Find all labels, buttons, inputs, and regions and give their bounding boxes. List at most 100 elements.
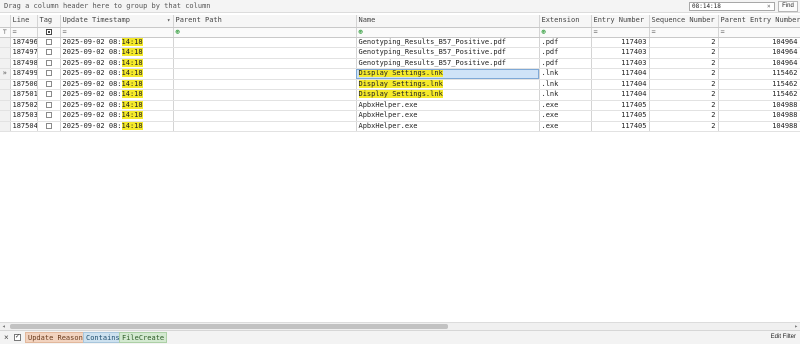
filter-cell-update-timestamp[interactable]: = (60, 27, 174, 38)
cell-update-timestamp[interactable]: 2025-09-02 08:14:18 (60, 79, 174, 90)
table-row[interactable]: 187496 2025-09-02 08:14:18 Genotyping_Resu… (0, 37, 800, 48)
cell-parent-entry-number[interactable]: 104964 (718, 47, 800, 59)
tag-checkbox[interactable] (45, 122, 52, 129)
cell-update-timestamp[interactable]: 2025-09-02 08:14:18 (60, 37, 174, 48)
filter-chip-value[interactable]: FileCreate (119, 332, 168, 343)
enable-filter-checkbox[interactable]: ✓ (14, 334, 21, 341)
row-indicator[interactable] (0, 121, 11, 132)
tag-checkbox[interactable] (45, 91, 52, 98)
row-indicator[interactable] (0, 89, 11, 101)
cell-update-timestamp[interactable]: 2025-09-02 08:14:18 (60, 68, 174, 80)
cell-name[interactable]: Display Settings.lnk (356, 79, 540, 90)
cell-extension[interactable]: .exe (539, 100, 592, 111)
cell-entry-number[interactable]: 117404 (591, 89, 650, 101)
cell-line[interactable]: 187496 (10, 37, 38, 48)
table-row[interactable]: 187500 2025-09-02 08:14:18 Display Setting… (0, 79, 800, 90)
cell-tag[interactable] (37, 79, 61, 90)
cell-parent-entry-number[interactable]: 115462 (718, 68, 800, 80)
cell-entry-number[interactable]: 117405 (591, 100, 650, 111)
tag-checkbox[interactable] (45, 38, 52, 45)
cell-name[interactable]: Genotyping_Results_B57_Positive.pdf (356, 47, 540, 59)
row-indicator[interactable] (0, 37, 11, 48)
edit-filter-link[interactable]: Edit Filter (771, 334, 796, 340)
filter-cell-name[interactable]: ⊕ (356, 27, 540, 38)
cell-line[interactable]: 187501 (10, 89, 38, 101)
cell-tag[interactable] (37, 110, 61, 122)
filter-funnel-icon[interactable]: ⊤ (0, 27, 11, 38)
cell-extension[interactable]: .lnk (539, 79, 592, 90)
row-indicator[interactable] (0, 79, 11, 90)
cell-extension[interactable]: .lnk (539, 89, 592, 101)
column-header-entry-number[interactable]: Entry Number (591, 15, 650, 28)
cell-extension[interactable]: .exe (539, 110, 592, 122)
row-indicator[interactable] (0, 110, 11, 122)
filter-cell-parent-path[interactable]: ⊕ (173, 27, 357, 38)
cell-sequence-number[interactable]: 2 (649, 89, 719, 101)
tag-filter-checkbox[interactable] (45, 28, 52, 35)
cell-extension[interactable]: .pdf (539, 47, 592, 59)
tag-checkbox[interactable] (45, 112, 52, 119)
table-row[interactable]: » 187499 2025-09-02 08:14:18 Display Settin… (0, 68, 800, 80)
cell-name[interactable]: Genotyping_Results_B57_Positive.pdf (356, 58, 540, 69)
cell-parent-entry-number[interactable]: 104964 (718, 58, 800, 69)
cell-entry-number[interactable]: 117405 (591, 121, 650, 132)
cell-sequence-number[interactable]: 2 (649, 37, 719, 48)
filter-cell-parent-entry-number[interactable]: = (718, 27, 800, 38)
cell-entry-number[interactable]: 117405 (591, 110, 650, 122)
cell-parent-entry-number[interactable]: 115462 (718, 89, 800, 101)
cell-extension[interactable]: .exe (539, 121, 592, 132)
cell-parent-path[interactable] (173, 68, 357, 80)
cell-update-timestamp[interactable]: 2025-09-02 08:14:18 (60, 110, 174, 122)
cell-update-timestamp[interactable]: 2025-09-02 08:14:18 (60, 58, 174, 69)
cell-parent-entry-number[interactable]: 115462 (718, 79, 800, 90)
cell-parent-path[interactable] (173, 47, 357, 59)
cell-sequence-number[interactable]: 2 (649, 110, 719, 122)
cell-entry-number[interactable]: 117404 (591, 68, 650, 80)
cell-sequence-number[interactable]: 2 (649, 121, 719, 132)
group-by-panel[interactable]: Drag a column header here to group by th… (0, 0, 800, 13)
column-header-parent-entry-number[interactable]: Parent Entry Number (718, 15, 800, 28)
cell-parent-path[interactable] (173, 58, 357, 69)
scrollbar-thumb[interactable] (10, 324, 448, 329)
clear-filter-icon[interactable]: × (4, 333, 9, 342)
scroll-left-icon[interactable]: ◂ (2, 323, 6, 330)
cell-tag[interactable] (37, 100, 61, 111)
find-button[interactable]: Find (778, 1, 798, 12)
tag-checkbox[interactable] (45, 49, 52, 56)
filter-cell-extension[interactable]: ⊕ (539, 27, 592, 38)
tag-checkbox[interactable] (45, 59, 52, 66)
cell-entry-number[interactable]: 117403 (591, 37, 650, 48)
table-row[interactable]: 187501 2025-09-02 08:14:18 Display Setting… (0, 89, 800, 101)
cell-sequence-number[interactable]: 2 (649, 47, 719, 59)
cell-line[interactable]: 187502 (10, 100, 38, 111)
column-header-sequence-number[interactable]: Sequence Number (649, 15, 719, 28)
column-header-line[interactable]: Line (10, 15, 38, 28)
horizontal-scrollbar[interactable]: ◂ ▸ (0, 322, 800, 330)
cell-name[interactable]: Display Settings.lnk (356, 68, 540, 80)
cell-parent-entry-number[interactable]: 104988 (718, 121, 800, 132)
filter-cell-line[interactable]: = (10, 27, 38, 38)
cell-line[interactable]: 187500 (10, 79, 38, 90)
cell-tag[interactable] (37, 58, 61, 69)
cell-parent-entry-number[interactable]: 104988 (718, 100, 800, 111)
table-row[interactable]: 187498 2025-09-02 08:14:18 Genotyping_Resu… (0, 58, 800, 69)
cell-parent-entry-number[interactable]: 104964 (718, 37, 800, 48)
cell-parent-path[interactable] (173, 100, 357, 111)
cell-extension[interactable]: .lnk (539, 68, 592, 80)
clear-search-icon[interactable]: × (767, 3, 771, 10)
cell-extension[interactable]: .pdf (539, 58, 592, 69)
scroll-right-icon[interactable]: ▸ (794, 323, 798, 330)
cell-parent-path[interactable] (173, 89, 357, 101)
cell-tag[interactable] (37, 89, 61, 101)
cell-entry-number[interactable]: 117403 (591, 58, 650, 69)
cell-tag[interactable] (37, 47, 61, 59)
cell-name[interactable]: ApbxHelper.exe (356, 121, 540, 132)
tag-checkbox[interactable] (45, 70, 52, 77)
cell-update-timestamp[interactable]: 2025-09-02 08:14:18 (60, 121, 174, 132)
cell-parent-path[interactable] (173, 110, 357, 122)
column-header-extension[interactable]: Extension (539, 15, 592, 28)
tag-checkbox[interactable] (45, 101, 52, 108)
tag-checkbox[interactable] (45, 80, 52, 87)
cell-tag[interactable] (37, 37, 61, 48)
cell-line[interactable]: 187498 (10, 58, 38, 69)
